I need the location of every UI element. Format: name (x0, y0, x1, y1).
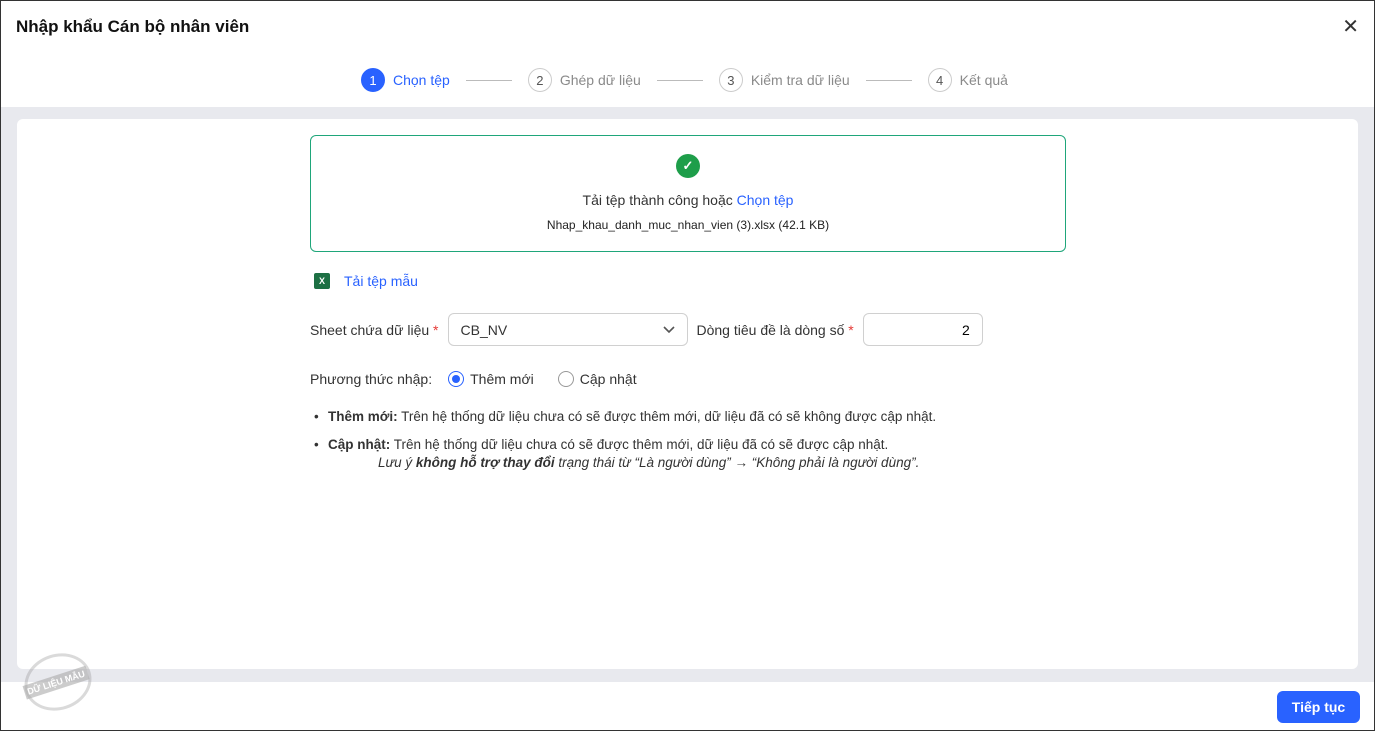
import-method: Phương thức nhập: Thêm mới Cập nhật (310, 371, 637, 387)
step-label: Kết quả (959, 72, 1008, 88)
sheet-label-text: Sheet chứa dữ liệu (310, 321, 430, 338)
radio-label: Cập nhật (579, 371, 637, 387)
step-number: 1 (361, 68, 385, 92)
note-text: Trên hệ thống dữ liệu chưa có sẽ được th… (397, 409, 937, 424)
warning-text: trạng thái từ “Là người dùng” → “Không p… (554, 455, 920, 470)
close-icon[interactable]: ✕ (1342, 14, 1359, 39)
note-title: Cập nhật: (328, 437, 391, 452)
header-row-label: Dòng tiêu đề là dòng số * (697, 322, 854, 338)
sheet-value: CB_NV (460, 321, 508, 338)
warning-prefix: Lưu ý (378, 455, 416, 470)
sheet-label: Sheet chứa dữ liệu * (310, 322, 439, 338)
radio-unchecked-icon (557, 371, 574, 387)
stepper: 1 Chọn tệp 2 Ghép dữ liệu 3 Kiểm tra dữ liệ… (361, 68, 1008, 92)
step-2: 2 Ghép dữ liệu (527, 68, 641, 92)
step-number: 2 (527, 68, 552, 92)
dialog-footer: Tiếp tục (0, 682, 1375, 731)
upload-dropzone[interactable]: ✓ Tải tệp thành công hoặc Chọn tệp Nhap_… (310, 135, 1066, 252)
download-template-link[interactable]: Tải tệp mẫu (344, 273, 418, 289)
note-update: Cập nhật: Trên hệ thống dữ liệu chưa có … (314, 436, 936, 454)
step-1: 1 Chọn tệp (361, 68, 450, 92)
note-text: Trên hệ thống dữ liệu chưa có sẽ được th… (390, 437, 889, 452)
step-divider (865, 79, 912, 81)
choose-file-link[interactable]: Chọn tệp (737, 192, 794, 208)
dialog-title: Nhập khẩu Cán bộ nhân viên (16, 17, 250, 36)
radio-checked-icon (448, 371, 465, 387)
upload-status: Tải tệp thành công hoặc Chọn tệp (311, 192, 1065, 208)
watermark-text: DỮ LIỆU MẪU (22, 665, 90, 700)
note-title: Thêm mới: (328, 409, 398, 424)
step-number: 4 (927, 68, 952, 92)
note-warning: Lưu ý không hỗ trợ thay đổi trạng thái t… (314, 454, 936, 472)
step-4: 4 Kết quả (927, 68, 1008, 92)
header-row-label-text: Dòng tiêu đề là dòng số (696, 321, 845, 338)
upload-status-text: Tải tệp thành công hoặc (582, 192, 737, 208)
radio-add-new[interactable]: Thêm mới (448, 371, 534, 387)
file-name: Nhap_khau_danh_muc_nhan_vien (3).xlsx (4… (546, 218, 830, 232)
radio-label: Thêm mới (470, 371, 534, 387)
required-mark: * (848, 321, 854, 338)
sheet-select[interactable]: CB_NV (447, 313, 688, 346)
step-label: Kiểm tra dữ liệu (750, 72, 850, 88)
sheet-row: Sheet chứa dữ liệu * CB_NV Dòng tiêu đề … (310, 313, 983, 346)
required-mark: * (433, 321, 439, 338)
excel-icon: X (314, 273, 330, 289)
step-3: 3 Kiểm tra dữ liệu (718, 68, 850, 92)
method-notes: Thêm mới: Trên hệ thống dữ liệu chưa có … (314, 408, 936, 472)
header-row-input[interactable] (862, 313, 983, 346)
step-label: Ghép dữ liệu (559, 72, 641, 88)
chevron-down-icon (662, 325, 675, 333)
step-number: 3 (718, 68, 743, 92)
download-template[interactable]: X Tải tệp mẫu (314, 273, 418, 289)
method-label: Phương thức nhập: (310, 371, 433, 387)
success-check-icon: ✓ (676, 154, 700, 178)
warning-bold: không hỗ trợ thay đổi (415, 455, 555, 470)
step-label: Chọn tệp (393, 72, 450, 88)
note-add-new: Thêm mới: Trên hệ thống dữ liệu chưa có … (314, 408, 936, 426)
step-divider (656, 79, 703, 81)
dialog-header: Nhập khẩu Cán bộ nhân viên ✕ 1 Chọn tệp 2… (0, 0, 1375, 107)
continue-button[interactable]: Tiếp tục (1277, 691, 1360, 723)
step-divider (465, 79, 512, 81)
radio-update[interactable]: Cập nhật (557, 371, 637, 387)
